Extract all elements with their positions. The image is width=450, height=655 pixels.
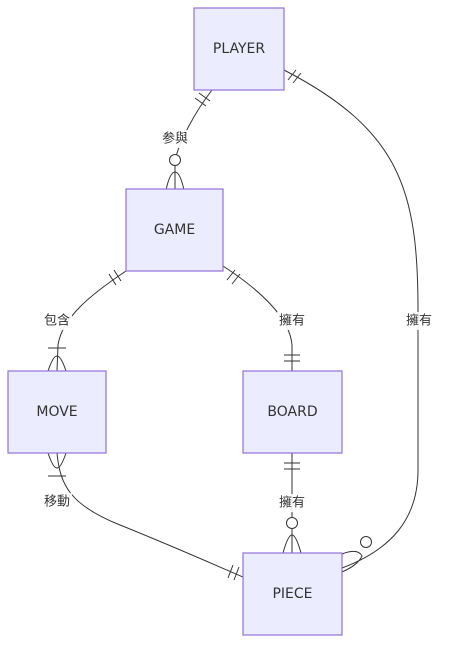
cardinality-markers	[47, 69, 372, 581]
rel-label-player-game: 参與	[160, 130, 190, 148]
marker-player-piece-one	[287, 69, 302, 84]
rel-label-move-piece: 移動	[42, 493, 72, 511]
edge-move-piece	[56, 452, 244, 578]
rel-label-player-piece: 擁有	[404, 312, 434, 330]
marker-game-board-one	[226, 269, 241, 285]
entity-move[interactable]: MOVE	[7, 370, 107, 454]
edges	[56, 69, 419, 578]
entity-piece[interactable]: PIECE	[242, 552, 343, 636]
relationship-labels: 参與 包含 擁有 擁有 擁有 移動	[42, 130, 434, 512]
rel-label-game-board: 擁有	[277, 312, 307, 330]
svg-text:擁有: 擁有	[279, 314, 305, 329]
svg-text:移動: 移動	[44, 495, 70, 510]
marker-game-move-one	[108, 269, 122, 286]
svg-text:参與: 参與	[162, 131, 188, 147]
entity-move-label: MOVE	[36, 404, 77, 420]
entity-board-label: BOARD	[267, 404, 317, 420]
entity-board[interactable]: BOARD	[242, 370, 343, 454]
entity-player-label: PLAYER	[213, 41, 265, 57]
svg-text:擁有: 擁有	[406, 314, 432, 329]
entity-player[interactable]: PLAYER	[193, 7, 285, 91]
rel-label-board-piece: 擁有	[277, 494, 307, 512]
entity-game-label: GAME	[154, 222, 195, 238]
entity-piece-label: PIECE	[272, 586, 312, 602]
svg-text:包含: 包含	[44, 313, 70, 329]
svg-text:擁有: 擁有	[279, 496, 305, 511]
rel-label-game-move: 包含	[42, 312, 72, 330]
er-diagram: 参與 包含 擁有 擁有 擁有 移動 PLAYER GAME MOVE BOARD…	[7, 7, 434, 636]
entity-game[interactable]: GAME	[125, 188, 224, 272]
